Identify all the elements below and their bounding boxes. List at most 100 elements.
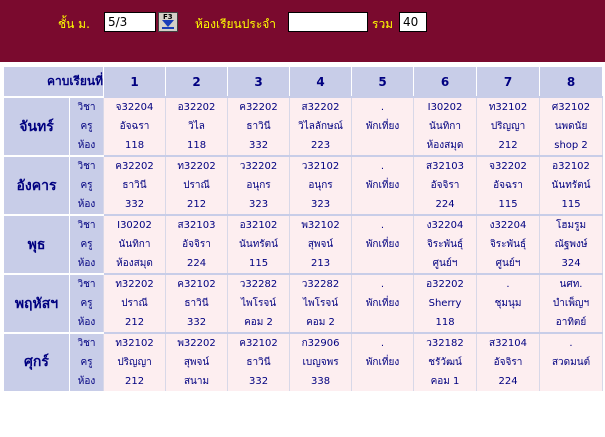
schedule-cell[interactable]: 332 — [227, 372, 291, 391]
schedule-cell[interactable]: ธาวินี — [103, 176, 167, 195]
schedule-cell[interactable]: ธาวินี — [227, 117, 291, 136]
schedule-cell[interactable] — [539, 372, 604, 391]
class-input[interactable]: 5/3 — [104, 12, 156, 32]
schedule-cell[interactable]: ปราณี — [165, 176, 229, 195]
schedule-cell[interactable]: 224 — [165, 254, 229, 274]
schedule-cell[interactable]: ปราณี — [103, 294, 167, 313]
schedule-cell[interactable]: นพดนัย — [539, 117, 604, 136]
schedule-cell[interactable]: 332 — [227, 136, 291, 156]
schedule-cell[interactable]: พักเที่ยง — [351, 235, 415, 254]
schedule-cell[interactable]: ท32102 — [103, 332, 167, 353]
schedule-cell[interactable]: ส32103 — [165, 214, 229, 235]
schedule-cell[interactable]: อัจจิรา — [476, 353, 541, 372]
room-input[interactable] — [288, 12, 368, 32]
schedule-cell[interactable]: 332 — [165, 313, 229, 333]
schedule-cell[interactable]: นศท. — [539, 273, 604, 294]
schedule-cell[interactable]: จิระพันธุ์ — [476, 235, 541, 254]
schedule-cell[interactable]: สนาม — [165, 372, 229, 391]
schedule-cell[interactable]: 224 — [413, 195, 478, 215]
schedule-cell[interactable]: ท32102 — [476, 96, 541, 117]
schedule-cell[interactable]: ณัฐพงษ์ — [539, 235, 604, 254]
schedule-cell[interactable]: ว32282 — [227, 273, 291, 294]
schedule-cell[interactable] — [351, 195, 415, 215]
schedule-cell[interactable]: 338 — [289, 372, 353, 391]
schedule-cell[interactable]: พักเที่ยง — [351, 294, 415, 313]
schedule-cell[interactable]: ค32102 — [227, 332, 291, 353]
schedule-cell[interactable]: . — [351, 332, 415, 353]
schedule-cell[interactable]: ว32282 — [289, 273, 353, 294]
schedule-cell[interactable]: 212 — [103, 313, 167, 333]
schedule-cell[interactable]: ส32103 — [413, 155, 478, 176]
schedule-cell[interactable]: ส32104 — [476, 332, 541, 353]
schedule-cell[interactable]: พักเที่ยง — [351, 176, 415, 195]
schedule-cell[interactable]: ธาวินี — [165, 294, 229, 313]
schedule-cell[interactable]: ศูนย์ฯ — [476, 254, 541, 274]
schedule-cell[interactable]: วิไล — [165, 117, 229, 136]
schedule-cell[interactable]: 212 — [165, 195, 229, 215]
schedule-cell[interactable]: นันทรัตน์ — [539, 176, 604, 195]
schedule-cell[interactable]: คอม 2 — [289, 313, 353, 333]
class-dropdown-button[interactable]: F3 — [158, 12, 178, 32]
schedule-cell[interactable]: ค32202 — [227, 96, 291, 117]
schedule-cell[interactable] — [476, 313, 541, 333]
schedule-cell[interactable] — [351, 254, 415, 274]
schedule-cell[interactable]: ชรัวัฒน์ — [413, 353, 478, 372]
schedule-cell[interactable]: 115 — [227, 254, 291, 274]
schedule-cell[interactable]: . — [539, 332, 604, 353]
schedule-cell[interactable]: ปริญญา — [103, 353, 167, 372]
schedule-cell[interactable]: อนุกร — [289, 176, 353, 195]
schedule-cell[interactable] — [351, 136, 415, 156]
schedule-cell[interactable]: อนุกร — [227, 176, 291, 195]
schedule-cell[interactable]: . — [351, 155, 415, 176]
schedule-cell[interactable]: 115 — [539, 195, 604, 215]
schedule-cell[interactable]: อ32102 — [227, 214, 291, 235]
schedule-cell[interactable]: 115 — [476, 195, 541, 215]
schedule-cell[interactable]: จ32204 — [103, 96, 167, 117]
schedule-cell[interactable]: สุพจน์ — [289, 235, 353, 254]
schedule-cell[interactable]: วิไลลักษณ์ — [289, 117, 353, 136]
schedule-cell[interactable]: I30202 — [103, 214, 167, 235]
schedule-cell[interactable]: 324 — [539, 254, 604, 274]
schedule-cell[interactable]: 213 — [289, 254, 353, 274]
schedule-cell[interactable]: . — [351, 214, 415, 235]
schedule-cell[interactable]: . — [351, 273, 415, 294]
schedule-cell[interactable]: พ32202 — [165, 332, 229, 353]
schedule-cell[interactable]: ห้องสมุด — [103, 254, 167, 274]
schedule-cell[interactable]: พักเที่ยง — [351, 117, 415, 136]
schedule-cell[interactable]: ไพโรจน์ — [227, 294, 291, 313]
schedule-cell[interactable]: นันทิกา — [103, 235, 167, 254]
schedule-cell[interactable]: พ32102 — [289, 214, 353, 235]
schedule-cell[interactable]: ท32202 — [103, 273, 167, 294]
schedule-cell[interactable]: . — [351, 96, 415, 117]
schedule-cell[interactable]: อ32202 — [413, 273, 478, 294]
schedule-cell[interactable]: สุพจน์ — [165, 353, 229, 372]
schedule-cell[interactable]: ห้องสมุด — [413, 136, 478, 156]
schedule-cell[interactable]: ศ32102 — [539, 96, 604, 117]
schedule-cell[interactable]: พักเที่ยง — [351, 353, 415, 372]
schedule-cell[interactable]: จ32202 — [476, 155, 541, 176]
schedule-cell[interactable]: 212 — [103, 372, 167, 391]
schedule-cell[interactable]: คอม 2 — [227, 313, 291, 333]
schedule-cell[interactable]: อาทิตย์ — [539, 313, 604, 333]
schedule-cell[interactable]: คอม 1 — [413, 372, 478, 391]
schedule-cell[interactable]: อ32102 — [539, 155, 604, 176]
schedule-cell[interactable]: อัจจิรา — [413, 176, 478, 195]
schedule-cell[interactable] — [351, 372, 415, 391]
schedule-cell[interactable]: 323 — [289, 195, 353, 215]
schedule-cell[interactable]: shop 2 — [539, 136, 604, 156]
schedule-cell[interactable]: ชุมนุม — [476, 294, 541, 313]
schedule-cell[interactable] — [351, 313, 415, 333]
schedule-cell[interactable]: ท32202 — [165, 155, 229, 176]
schedule-cell[interactable]: บำเพ็ญฯ — [539, 294, 604, 313]
schedule-cell[interactable]: จิระพันธุ์ — [413, 235, 478, 254]
schedule-cell[interactable]: สวดมนต์ — [539, 353, 604, 372]
schedule-cell[interactable]: ว32102 — [289, 155, 353, 176]
schedule-cell[interactable]: ก32906 — [289, 332, 353, 353]
schedule-cell[interactable]: นันทรัตน์ — [227, 235, 291, 254]
schedule-cell[interactable]: 332 — [103, 195, 167, 215]
schedule-cell[interactable]: อัจจิรา — [165, 235, 229, 254]
schedule-cell[interactable]: 212 — [476, 136, 541, 156]
schedule-cell[interactable]: อ32202 — [165, 96, 229, 117]
schedule-cell[interactable]: ธาวินี — [227, 353, 291, 372]
schedule-cell[interactable]: 223 — [289, 136, 353, 156]
